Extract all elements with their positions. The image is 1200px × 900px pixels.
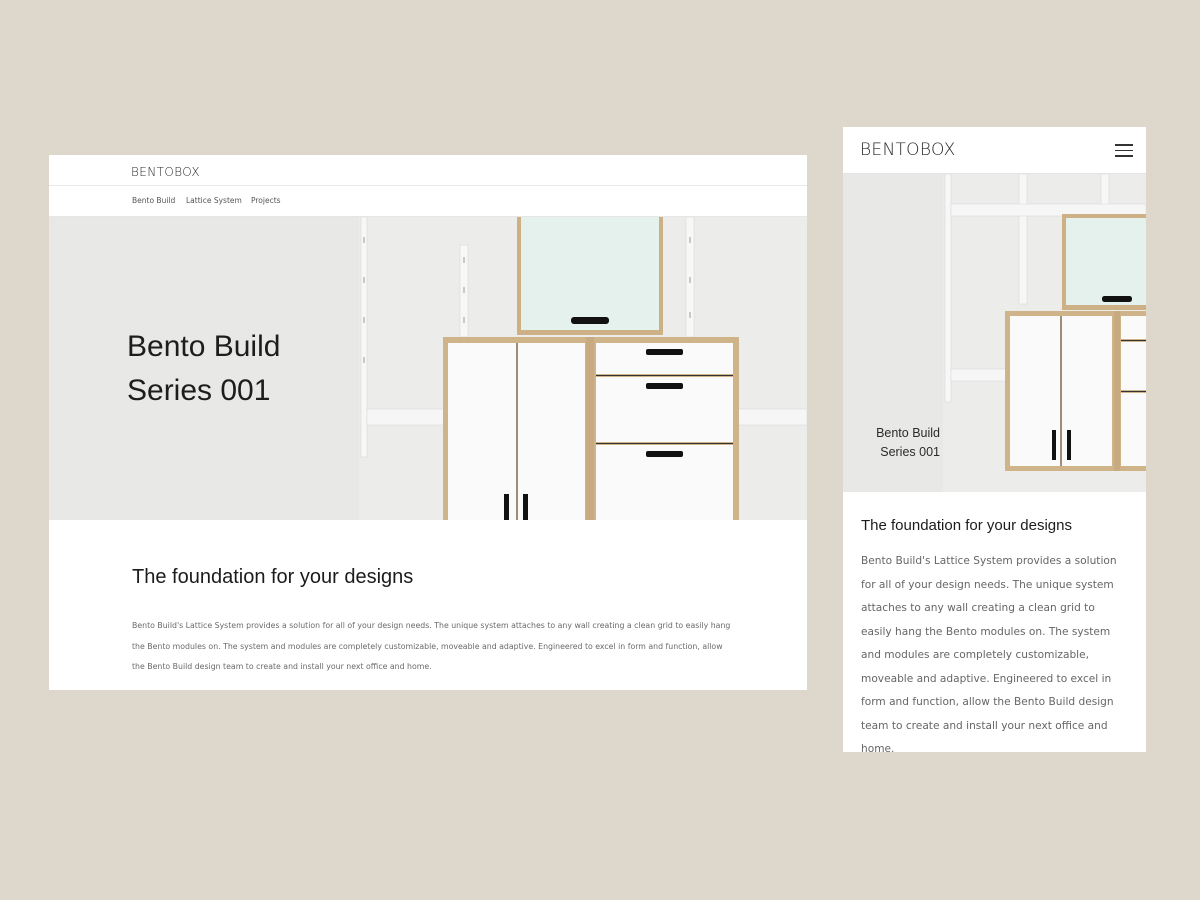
desktop-mockup: BENTOBOX Bento Build Lattice System Proj… <box>49 155 807 690</box>
mobile-hero-title: Bento Build Series 001 <box>876 426 940 459</box>
desktop-hero: Bento Build Series 001 <box>49 217 807 520</box>
desktop-hero-title: Bento Build Series 001 <box>127 330 281 407</box>
hamburger-menu-icon[interactable] <box>1113 141 1135 159</box>
nav-item-lattice-system[interactable]: Lattice System <box>186 196 242 206</box>
desktop-section-body: Bento Build's Lattice System provides a … <box>132 621 731 671</box>
mobile-section-body: Bento Build's Lattice System provides a … <box>861 555 1117 752</box>
nav-item-projects[interactable]: Projects <box>251 196 281 206</box>
nav-item-bento-build[interactable]: Bento Build <box>132 196 175 206</box>
mobile-header: BENTOBOX <box>843 127 1146 174</box>
mobile-mockup: BENTOBOX Bento Build Series 001 The foun… <box>843 127 1146 752</box>
desktop-logo[interactable]: BENTOBOX <box>131 165 200 179</box>
desktop-nav: Bento Build Lattice System Projects <box>49 186 807 217</box>
desktop-section-heading: The foundation for your designs <box>132 566 414 588</box>
mobile-logo[interactable]: BENTOBOX <box>860 140 956 160</box>
mobile-hero: Bento Build Series 001 <box>843 174 1146 492</box>
desktop-header: BENTOBOX <box>49 155 807 186</box>
mobile-section-heading: The foundation for your designs <box>861 517 1072 534</box>
